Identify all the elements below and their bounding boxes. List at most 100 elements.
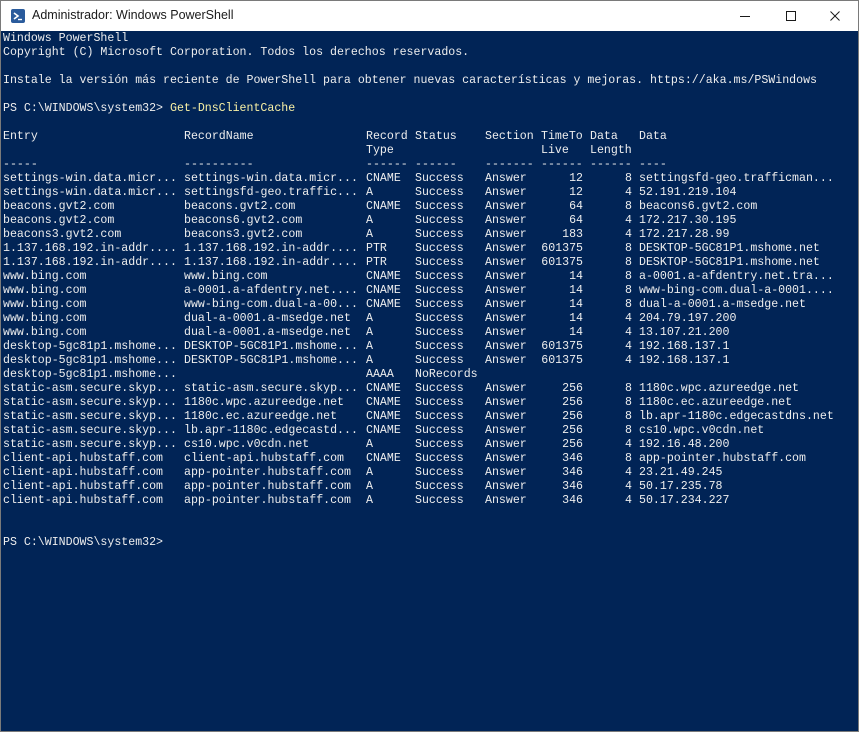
cell-record-type: CNAME — [366, 284, 401, 297]
cell-record-type: A — [366, 354, 373, 367]
cell-record-type: A — [366, 186, 373, 199]
cell-data-length: 4 — [625, 494, 632, 507]
cell-section: Answer — [485, 424, 527, 437]
cell-data: 192.16.48.200 — [639, 438, 730, 451]
title-bar[interactable]: Administrador: Windows PowerShell — [1, 1, 858, 31]
header-ttl: Live — [541, 144, 569, 157]
cell-status: Success — [415, 312, 464, 325]
cell-status: Success — [415, 298, 464, 311]
cell-entry: www.bing.com — [3, 326, 87, 339]
cell-ttl — [541, 368, 583, 382]
cell-record-type: CNAME — [366, 396, 401, 409]
header-data-length: Data — [590, 130, 618, 143]
cell-record-type: A — [366, 312, 373, 325]
cell-record-name: static-asm.secure.skyp... — [184, 382, 358, 395]
cell-data-length — [590, 368, 632, 382]
cell-section: Answer — [485, 270, 527, 283]
maximize-button[interactable] — [768, 1, 814, 31]
cell-entry: www.bing.com — [3, 298, 87, 311]
cell-ttl: 346 — [562, 466, 583, 479]
cell-status: Success — [415, 186, 464, 199]
cell-data-length: 8 — [625, 256, 632, 269]
cell-record-name: settingsfd-geo.traffic... — [184, 186, 358, 199]
cell-data-length: 4 — [625, 214, 632, 227]
cell-section: Answer — [485, 326, 527, 339]
final-prompt: PS C:\WINDOWS\system32> — [3, 536, 164, 549]
cell-entry: static-asm.secure.skyp... — [3, 424, 177, 437]
cell-status: Success — [415, 438, 464, 451]
cell-record-type: A — [366, 494, 373, 507]
cell-record-type: PTR — [366, 242, 387, 255]
cell-status: Success — [415, 410, 464, 423]
separator: ---------- — [184, 158, 254, 171]
cell-status: Success — [415, 452, 464, 465]
cell-data: a-0001.a-afdentry.net.tra... — [639, 270, 834, 283]
cell-record-type: A — [366, 480, 373, 493]
cell-entry: client-api.hubstaff.com — [3, 452, 164, 465]
cell-record-name: DESKTOP-5GC81P1.mshome... — [184, 340, 358, 353]
cell-record-type: CNAME — [366, 424, 401, 437]
command: Get-DnsClientCache — [169, 102, 296, 115]
cell-entry: static-asm.secure.skyp... — [3, 410, 177, 423]
cell-data-length: 4 — [625, 186, 632, 199]
cell-data-length: 4 — [625, 228, 632, 241]
cell-ttl: 12 — [569, 186, 583, 199]
console-output[interactable]: Windows PowerShell Copyright (C) Microso… — [1, 31, 839, 731]
cell-entry: desktop-5gc81p1.mshome... — [3, 340, 177, 353]
cell-entry: www.bing.com — [3, 270, 87, 283]
minimize-button[interactable] — [722, 1, 768, 31]
cell-section: Answer — [485, 396, 527, 409]
cell-record-type: A — [366, 466, 373, 479]
close-button[interactable] — [812, 1, 858, 31]
cell-status: Success — [415, 214, 464, 227]
cell-data: 13.107.21.200 — [639, 326, 730, 339]
cell-record-type: A — [366, 228, 373, 241]
cell-data: app-pointer.hubstaff.com — [639, 452, 806, 465]
minimize-icon — [740, 16, 750, 17]
vertical-scrollbar[interactable] — [839, 31, 858, 731]
cell-ttl: 64 — [569, 214, 583, 227]
cell-status: Success — [415, 270, 464, 283]
cell-data: 23.21.49.245 — [639, 466, 723, 479]
cell-entry: client-api.hubstaff.com — [3, 466, 164, 479]
header-data-length: Length — [590, 144, 632, 157]
cell-record-type: CNAME — [366, 270, 401, 283]
cell-record-type: AAAA — [366, 368, 394, 381]
cell-ttl: 601375 — [541, 340, 583, 353]
cell-data: 192.168.137.1 — [639, 340, 730, 353]
cell-section: Answer — [485, 354, 527, 367]
prompt: PS C:\WINDOWS\system32> — [3, 102, 170, 115]
cell-status: Success — [415, 340, 464, 353]
cell-data: 172.217.30.195 — [639, 214, 737, 227]
cell-data-length: 4 — [625, 312, 632, 325]
cell-ttl: 14 — [569, 298, 583, 311]
cell-record-name: www-bing-com.dual-a-00... — [184, 298, 358, 311]
cell-section: Answer — [485, 284, 527, 297]
cell-section: Answer — [485, 466, 527, 479]
separator: ------ — [541, 158, 583, 171]
cell-data: cs10.wpc.v0cdn.net — [639, 424, 765, 437]
window-title: Administrador: Windows PowerShell — [32, 8, 234, 22]
cell-record-name: beacons6.gvt2.com — [184, 214, 303, 227]
cell-record-name: DESKTOP-5GC81P1.mshome... — [184, 354, 358, 367]
cell-record-name: settings-win.data.micr... — [184, 172, 358, 185]
cell-ttl: 256 — [562, 396, 583, 409]
cell-data: 1180c.wpc.azureedge.net — [639, 382, 800, 395]
cell-data-length: 4 — [625, 480, 632, 493]
cell-section: Answer — [485, 186, 527, 199]
cell-status: Success — [415, 200, 464, 213]
cell-record-name: client-api.hubstaff.com — [184, 452, 345, 465]
cell-status: Success — [415, 466, 464, 479]
cell-ttl: 346 — [562, 480, 583, 493]
command-line: PS C:\WINDOWS\system32> Get-DnsClientCac… — [3, 102, 295, 116]
cell-entry: static-asm.secure.skyp... — [3, 382, 177, 395]
cell-data-length: 8 — [625, 452, 632, 465]
cell-ttl: 256 — [562, 424, 583, 437]
separator: ------- — [485, 158, 534, 171]
cell-ttl: 601375 — [541, 256, 583, 269]
cell-status: NoRecords — [415, 368, 478, 381]
separator: ------ — [590, 158, 632, 171]
header-status: Status — [415, 130, 457, 143]
powershell-icon — [11, 9, 25, 23]
cell-data: lb.apr-1180c.edgecastdns.net — [639, 410, 834, 423]
